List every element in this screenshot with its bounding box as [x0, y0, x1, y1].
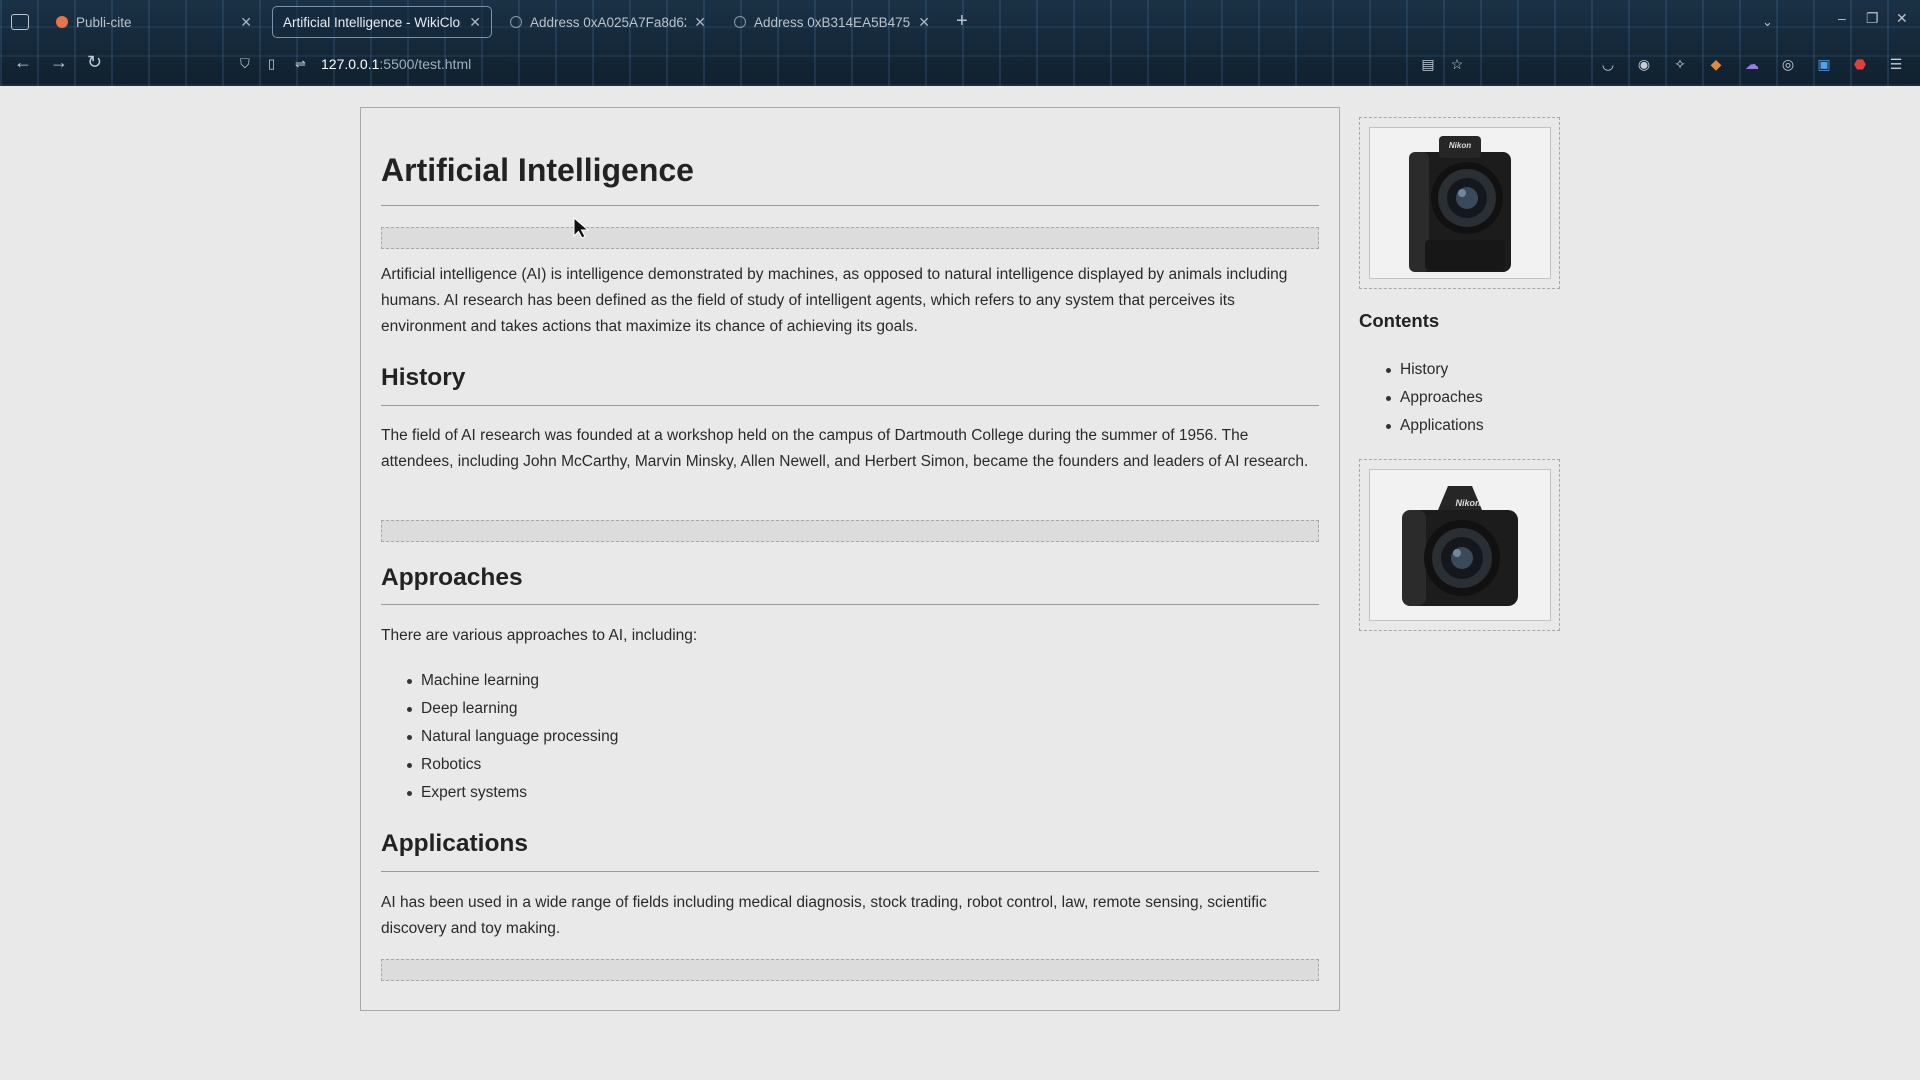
close-tab-icon[interactable]: ✕: [694, 14, 706, 31]
forward-icon[interactable]: →: [50, 52, 68, 73]
tab-publi-cite[interactable]: Publi-cite ✕: [46, 6, 262, 38]
ad-placeholder: [381, 520, 1319, 542]
connection-settings-icon[interactable]: ⇌: [295, 56, 306, 72]
toc-item-approaches[interactable]: Approaches: [1386, 384, 1484, 412]
menu-icon[interactable]: ☰: [1887, 55, 1905, 73]
new-tab-icon[interactable]: +: [956, 10, 968, 33]
tab-artificial-intelligence[interactable]: Artificial Intelligence - WikiClone ✕: [272, 6, 492, 38]
camera-image: Nikon: [1369, 127, 1551, 279]
approaches-list: Machine learning Deep learning Natural l…: [406, 667, 618, 807]
tab-title: Artificial Intelligence - WikiClone: [283, 14, 462, 30]
camera-image-icon: Nikon: [1409, 136, 1511, 272]
history-paragraph: The field of AI research was founded at …: [381, 427, 1309, 470]
tab-list-chevron-icon[interactable]: ⌄: [1762, 14, 1773, 30]
extension-stop-icon[interactable]: ⬣: [1851, 55, 1869, 73]
title-divider: [381, 205, 1319, 206]
back-icon[interactable]: ←: [14, 52, 32, 73]
shield-icon[interactable]: ⛉: [240, 56, 250, 72]
table-of-contents: History Approaches Applications: [1386, 356, 1484, 440]
applications-paragraph: AI has been used in a wide range of fiel…: [381, 894, 1267, 937]
minimize-icon[interactable]: –: [1838, 10, 1846, 26]
toc-item-history[interactable]: History: [1386, 356, 1484, 384]
section-divider: [381, 604, 1319, 605]
list-item: Robotics: [406, 751, 618, 779]
sidebar-image-box: Nikon: [1359, 459, 1560, 631]
account-icon[interactable]: ◉: [1635, 55, 1653, 73]
window-list-icon[interactable]: [11, 14, 29, 30]
url-host: 127.0.0.1: [321, 56, 380, 72]
reader-view-icon[interactable]: ▤: [1419, 55, 1437, 73]
reload-icon[interactable]: ↻: [87, 52, 102, 73]
etherscan-favicon-icon: [734, 16, 746, 28]
bookmark-star-icon[interactable]: ☆: [1448, 55, 1466, 73]
extension-cloud-icon[interactable]: ☁: [1743, 55, 1761, 73]
list-item: Deep learning: [406, 695, 618, 723]
close-tab-icon[interactable]: ✕: [240, 14, 252, 31]
tab-title: Publi-cite: [76, 14, 132, 30]
url-path: :5500/test.html: [379, 56, 472, 72]
close-tab-icon[interactable]: ✕: [918, 14, 930, 31]
url-bar[interactable]: 127.0.0.1:5500/test.html: [321, 56, 471, 72]
section-heading-applications: Applications: [381, 830, 529, 857]
publi-cite-favicon-icon: [56, 16, 68, 28]
section-divider: [381, 871, 1319, 872]
sidebar-image-box: Nikon: [1359, 117, 1560, 289]
tab-address-2[interactable]: Address 0xB314EA5B475e ✕: [724, 6, 940, 38]
tab-title: Address 0xA025A7Fa8d62: [530, 14, 687, 30]
intro-paragraph: Artificial intelligence (AI) is intellig…: [381, 266, 1288, 335]
section-heading-history: History: [381, 364, 466, 391]
page-title: Artificial Intelligence: [381, 152, 694, 188]
restore-icon[interactable]: ❐: [1866, 10, 1879, 27]
contents-title: Contents: [1359, 310, 1440, 331]
ad-placeholder: [381, 959, 1319, 981]
extension-mask-icon[interactable]: ◎: [1779, 55, 1797, 73]
camera-image-icon: Nikon: [1402, 486, 1518, 606]
toc-item-applications[interactable]: Applications: [1386, 412, 1484, 440]
extension-translate-icon[interactable]: ▣: [1815, 55, 1833, 73]
section-heading-approaches: Approaches: [381, 564, 523, 591]
list-item: Expert systems: [406, 779, 618, 807]
etherscan-favicon-icon: [510, 16, 522, 28]
brand-logo-text: Nikon: [1449, 141, 1471, 150]
cursor-arrow-icon: [573, 216, 590, 239]
list-item: Machine learning: [406, 667, 618, 695]
metamask-icon[interactable]: ◆: [1707, 55, 1725, 73]
list-item: Natural language processing: [406, 723, 618, 751]
close-tab-icon[interactable]: ✕: [469, 14, 481, 31]
nav-bar: ← → ↻ ⛉ ▯ ⇌ 127.0.0.1:5500/test.html ▤ ☆…: [0, 44, 1920, 86]
brand-logo-text: Nikon: [1455, 498, 1481, 508]
camera-image: Nikon: [1369, 469, 1551, 621]
page-icon[interactable]: ▯: [268, 56, 275, 72]
article: Artificial Intelligence Artificial intel…: [360, 107, 1340, 1011]
section-divider: [381, 405, 1319, 406]
tab-address-1[interactable]: Address 0xA025A7Fa8d62 ✕: [500, 6, 716, 38]
browser-chrome: Publi-cite ✕ Artificial Intelligence - W…: [0, 0, 1920, 86]
pocket-icon[interactable]: ◡: [1599, 55, 1617, 73]
tab-title: Address 0xB314EA5B475e: [754, 14, 911, 30]
ad-placeholder: [381, 227, 1319, 249]
close-window-icon[interactable]: ✕: [1896, 10, 1908, 27]
extensions-icon[interactable]: ✧: [1671, 55, 1689, 73]
tab-bar: Publi-cite ✕ Artificial Intelligence - W…: [0, 0, 1920, 44]
approaches-paragraph: There are various approaches to AI, incl…: [381, 627, 698, 644]
